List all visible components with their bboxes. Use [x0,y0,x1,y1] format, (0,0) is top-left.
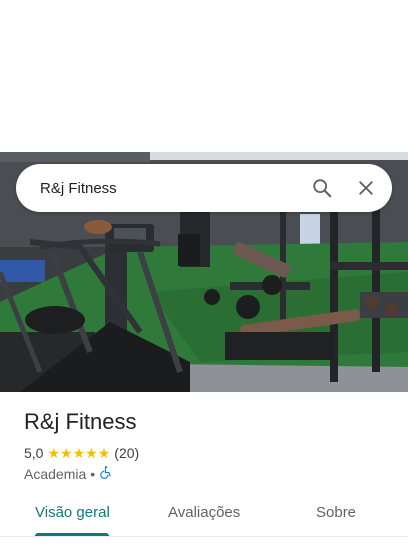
tab-overview[interactable]: Visão geral [35,504,110,521]
star-icon: ★ [85,445,98,461]
tab-about[interactable]: Sobre [316,504,356,521]
close-icon[interactable] [346,168,386,208]
star-icon: ★ [47,445,61,461]
category-label: Academia [24,465,87,482]
place-title: R&j Fitness [24,409,137,434]
place-tabs: Visão geral Avaliações Sobre [0,494,408,538]
category-row: Academia • [24,465,113,482]
star-icon: ★ [97,445,111,461]
rating-row[interactable]: 5,0 ★ ★ ★ ★ ★ (20) [24,444,139,462]
tab-reviews[interactable]: Avaliações [168,504,240,521]
tabs-divider [0,536,408,537]
star-icon: ★ [60,445,73,461]
wheelchair-icon[interactable] [99,465,113,482]
map-blank-area [0,0,408,152]
reviews-count[interactable]: (20) [114,445,139,461]
star-rating: ★ ★ ★ ★ ★ [47,446,110,460]
separator-dot: • [90,465,96,482]
search-input[interactable]: R&j Fitness [40,180,302,197]
search-icon[interactable] [302,168,342,208]
star-icon: ★ [72,445,86,461]
search-bar[interactable]: R&j Fitness [16,164,392,212]
rating-value: 5,0 [24,445,44,461]
